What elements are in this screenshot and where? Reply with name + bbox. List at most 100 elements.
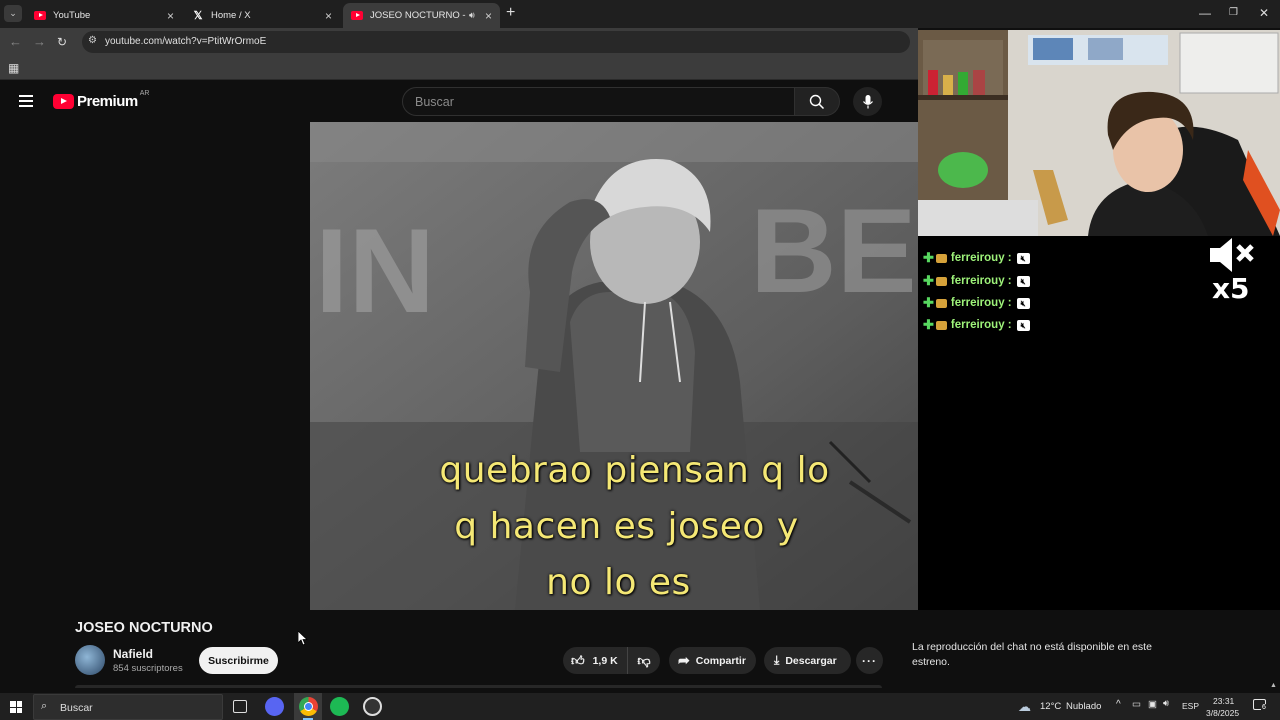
back-icon[interactable]: ← (9, 34, 22, 49)
muted-speaker-icon: 🔇︎ (1016, 275, 1030, 287)
search-box[interactable]: Buscar (402, 87, 795, 116)
video-player[interactable]: IN BE quebrao piensan q lo q hacen es jo… (310, 122, 959, 610)
hamburger-menu-icon[interactable] (19, 95, 33, 107)
sub-badge-icon (935, 253, 947, 263)
youtube-favicon-icon (34, 10, 46, 22)
more-actions-button[interactable]: ··· (856, 647, 883, 674)
restore-window-icon[interactable]: ❐ (1229, 7, 1238, 18)
scroll-up-icon[interactable]: ▲ (1270, 682, 1277, 689)
share-button[interactable]: ➦ Compartir (669, 647, 756, 674)
chat-username: ferreirouy : (950, 275, 1012, 287)
weather-icon: ☁ (1018, 699, 1031, 714)
close-tab-icon[interactable]: × (167, 9, 174, 23)
tab-search-chevron-icon[interactable]: ⌄ (4, 5, 22, 22)
dislike-button[interactable]: 👎︎ (628, 653, 660, 669)
subscribe-button[interactable]: Suscribirme (199, 647, 278, 674)
notification-center-icon[interactable]: 6 (1253, 699, 1267, 711)
apps-grid-icon[interactable]: ▦ (8, 61, 19, 75)
youtube-favicon-icon (351, 10, 363, 22)
sub-badge-icon (935, 276, 947, 286)
download-button[interactable]: ⤓ Descargar (764, 647, 851, 674)
svg-text:IN: IN (315, 204, 435, 338)
plus-badge-icon: ✚ (923, 295, 934, 310)
reload-icon[interactable]: ↻ (57, 35, 67, 49)
microphone-icon (863, 95, 873, 109)
network-icon[interactable]: ▣ (1148, 699, 1157, 710)
mouse-cursor-icon (298, 631, 308, 646)
svg-text:BE: BE (750, 184, 917, 318)
close-window-icon[interactable]: ✕ (1259, 6, 1269, 20)
spotify-app-icon[interactable] (330, 697, 349, 716)
windows-taskbar: ⌕ Buscar ☁ 12°C Nublado ^ ▭ ▣ 🔊︎ ESP 23:… (0, 693, 1280, 720)
muted-speaker-icon (1210, 238, 1254, 272)
clock-time[interactable]: 23:31 (1213, 696, 1234, 706)
taskbar-search-label: Buscar (60, 702, 93, 714)
tab-x-home[interactable]: 𝕏 Home / X × (184, 3, 340, 28)
tab-label: JOSEO NOCTURNO - YouTu (370, 10, 466, 21)
plus-badge-icon: ✚ (923, 317, 934, 332)
channel-avatar[interactable] (75, 645, 105, 675)
forward-icon[interactable]: → (33, 34, 46, 49)
sub-badge-icon (935, 298, 947, 308)
windows-start-icon[interactable] (10, 701, 22, 713)
thumbs-up-icon: 👍︎ (571, 652, 585, 668)
tab-audio-playing-icon[interactable]: 🔊︎ (469, 10, 475, 21)
chat-line: ✚ ferreirouy : 🔇︎ (923, 273, 1030, 289)
search-input[interactable]: Buscar (415, 95, 454, 109)
new-tab-icon[interactable]: + (506, 4, 515, 22)
like-count: 1,9 K (592, 654, 618, 667)
download-icon: ⤓ (774, 653, 780, 667)
tab-label: Home / X (211, 10, 251, 21)
subtitle-line-3: no lo es (546, 562, 691, 603)
task-view-icon[interactable] (233, 700, 247, 713)
x-logo-icon: 𝕏 (193, 10, 203, 22)
chat-unavailable-message: La reproducción del chat no está disponi… (912, 641, 1152, 668)
description-box-top (75, 685, 882, 688)
muted-speaker-icon: 🔇︎ (1016, 319, 1030, 331)
tray-overflow-icon[interactable]: ^ (1116, 699, 1121, 710)
tab-joseo-nocturno[interactable]: JOSEO NOCTURNO - YouTu 🔊︎ × (343, 3, 500, 28)
weather-desc: Nublado (1066, 701, 1102, 712)
stream-chat-overlay: ✚ ferreirouy : 🔇︎ ✚ ferreirouy : 🔇︎ ✚ fe… (918, 236, 1280, 610)
channel-name[interactable]: Nafield (113, 647, 153, 661)
close-tab-icon[interactable]: × (325, 9, 332, 23)
close-tab-icon[interactable]: × (485, 9, 492, 23)
like-dislike-group: 👍︎ 1,9 K 👎︎ (563, 647, 660, 674)
site-info-icon[interactable]: ⚙ (88, 35, 97, 46)
language-indicator[interactable]: ESP (1182, 701, 1199, 711)
voice-search-button[interactable] (853, 87, 882, 116)
minimize-window-icon[interactable]: — (1199, 6, 1211, 20)
chat-line: ✚ ferreirouy : 🔇︎ (923, 295, 1030, 311)
chat-line: ✚ ferreirouy : 🔇︎ (923, 317, 1030, 333)
logo-text: Premium (77, 93, 138, 110)
video-info-section: JOSEO NOCTURNO Nafield 854 suscriptores … (0, 610, 918, 688)
download-label: Descargar (785, 654, 837, 667)
youtube-header: Premium AR Buscar (0, 80, 918, 122)
tray-app-icon[interactable]: ▭ (1132, 699, 1141, 710)
sub-badge-icon (935, 320, 947, 330)
chat-username: ferreirouy : (950, 319, 1012, 331)
search-button[interactable] (795, 87, 840, 116)
tab-label: YouTube (53, 10, 91, 21)
volume-icon[interactable]: 🔊︎ (1163, 698, 1169, 709)
address-bar-row: ← → ↻ ⚙ youtube.com/watch?v=PtitWrOrmoE (0, 28, 918, 56)
search-icon (809, 94, 825, 110)
subscriber-count: 854 suscriptores (113, 663, 183, 674)
like-button[interactable]: 👍︎ 1,9 K (563, 647, 628, 674)
notification-count: 6 (1261, 704, 1267, 711)
share-arrow-icon: ➦ (678, 652, 690, 668)
chat-username: ferreirouy : (950, 252, 1012, 264)
youtube-premium-logo[interactable]: Premium AR (53, 90, 150, 110)
url-omnibox[interactable]: ⚙ youtube.com/watch?v=PtitWrOrmoE (82, 31, 910, 53)
clock-date[interactable]: 3/8/2025 (1206, 708, 1239, 718)
mute-counter-widget: x5 (1200, 236, 1270, 306)
discord-app-icon[interactable] (265, 697, 284, 716)
region-badge: AR (139, 90, 150, 97)
recording-app-icon[interactable] (363, 697, 382, 716)
muted-speaker-icon: 🔇︎ (1016, 252, 1030, 264)
tab-youtube[interactable]: YouTube × (26, 3, 182, 28)
url-text[interactable]: youtube.com/watch?v=PtitWrOrmoE (105, 36, 266, 47)
mute-multiplier: x5 (1212, 272, 1250, 305)
chrome-app-icon[interactable] (294, 693, 322, 720)
taskbar-search-box[interactable]: ⌕ Buscar (33, 694, 223, 720)
